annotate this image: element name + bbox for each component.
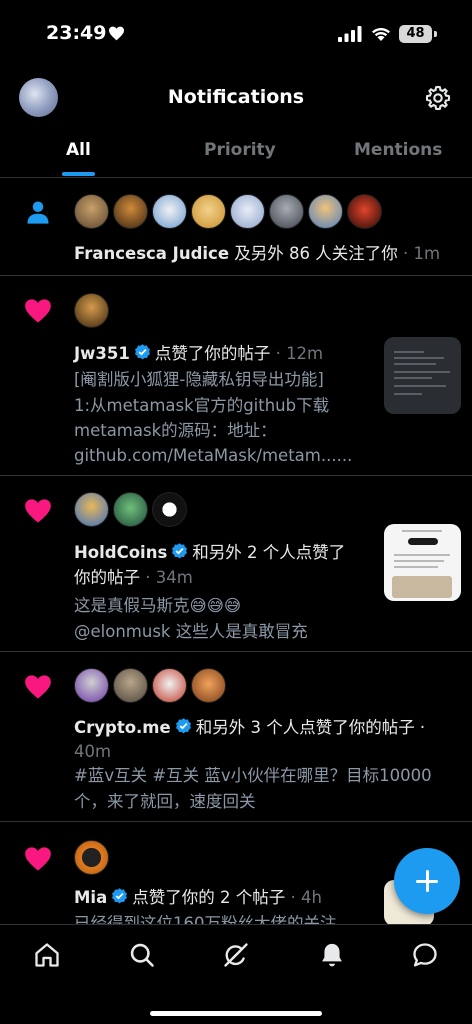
notification-header: Jw351 点赞了你的帖子 · 12m bbox=[74, 342, 323, 366]
message-icon[interactable] bbox=[411, 941, 439, 969]
notification-like[interactable]: Jw351 点赞了你的帖子 · 12m [阉割版小狐狸-隐藏私钥导出功能] 1:从… bbox=[0, 276, 472, 476]
home-indicator bbox=[150, 1011, 322, 1016]
liker-avatars bbox=[74, 492, 191, 527]
verified-badge-icon bbox=[134, 344, 150, 360]
post-thumbnail[interactable] bbox=[384, 524, 461, 601]
post-preview-line: 个，来了就回，速度回关 bbox=[74, 792, 256, 811]
post-preview-line: 已经得到这位160万粉丝大佬的关注 bbox=[74, 914, 337, 924]
compose-button[interactable] bbox=[394, 848, 460, 914]
avatar[interactable] bbox=[74, 668, 109, 703]
timestamp: · 4h bbox=[285, 888, 322, 907]
post-preview-line: #蓝v互关 #互关 蓝v小伙伴在哪里？目标10000 bbox=[74, 766, 432, 785]
action-text: 你的帖子 bbox=[74, 568, 140, 587]
avatar[interactable] bbox=[152, 194, 187, 229]
avatar[interactable] bbox=[74, 840, 109, 875]
bottom-nav bbox=[0, 924, 472, 1024]
timestamp: · 12m bbox=[270, 344, 324, 363]
gear-icon[interactable] bbox=[424, 84, 452, 112]
post-preview-line: 1:从metamask官方的github下载 bbox=[74, 396, 330, 415]
post-preview-line: github.com/MetaMask/metam...... bbox=[74, 446, 353, 465]
post-thumbnail[interactable] bbox=[384, 337, 461, 414]
verified-badge-icon bbox=[175, 718, 191, 734]
avatar[interactable] bbox=[113, 492, 148, 527]
bell-icon[interactable] bbox=[318, 941, 346, 969]
timestamp: 40m bbox=[74, 742, 112, 761]
heart-icon bbox=[25, 847, 51, 871]
notification-like[interactable]: Crypto.me 和另外 3 个人点赞了你的帖子 · 40m #蓝v互关 #互关… bbox=[0, 652, 472, 822]
notification-header: Crypto.me 和另外 3 个人点赞了你的帖子 · bbox=[74, 716, 425, 740]
heart-icon bbox=[25, 675, 51, 699]
user-name[interactable]: Francesca Judice bbox=[74, 244, 229, 263]
status-bar: 23:49 48 bbox=[0, 0, 472, 70]
liker-avatars bbox=[74, 668, 230, 703]
user-name[interactable]: HoldCoins bbox=[74, 543, 167, 562]
avatar[interactable] bbox=[230, 194, 265, 229]
header: Notifications bbox=[0, 70, 472, 126]
avatar[interactable] bbox=[152, 668, 187, 703]
notification-text: Francesca Judice 及另外 86 人关注了你 · 1m bbox=[74, 242, 440, 266]
notification-header: Mia 点赞了你的 2 个帖子 · 4h bbox=[74, 886, 322, 910]
post-preview-line: [阉割版小狐狸-隐藏私钥导出功能] bbox=[74, 370, 324, 389]
heart-status-icon bbox=[109, 26, 124, 41]
avatar[interactable] bbox=[74, 293, 109, 328]
avatar[interactable] bbox=[308, 194, 343, 229]
follower-avatars bbox=[74, 194, 386, 229]
avatar[interactable] bbox=[74, 194, 109, 229]
status-time: 23:49 bbox=[46, 22, 107, 44]
timestamp: · 34m bbox=[140, 568, 193, 587]
tab-mentions[interactable]: Mentions bbox=[354, 140, 442, 160]
avatar[interactable] bbox=[191, 668, 226, 703]
avatar[interactable] bbox=[269, 194, 304, 229]
notification-like[interactable]: HoldCoins 和另外 2 个人点赞了 你的帖子 · 34m 这是真假马斯克😅… bbox=[0, 476, 472, 652]
user-name[interactable]: Crypto.me bbox=[74, 718, 171, 737]
liker-avatars bbox=[74, 293, 113, 328]
verified-badge-icon bbox=[172, 543, 188, 559]
verified-badge-icon bbox=[112, 888, 128, 904]
signal-icon bbox=[338, 26, 362, 42]
notification-follow[interactable]: Francesca Judice 及另外 86 人关注了你 · 1m bbox=[0, 178, 472, 276]
notification-header: HoldCoins 和另外 2 个人点赞了 bbox=[74, 541, 345, 565]
avatar[interactable] bbox=[74, 492, 109, 527]
page-title: Notifications bbox=[167, 86, 305, 108]
battery-tip bbox=[434, 31, 437, 37]
action-text: 点赞了你的 2 个帖子 bbox=[132, 888, 286, 907]
search-icon[interactable] bbox=[128, 941, 156, 969]
tab-indicator bbox=[62, 172, 95, 176]
grok-icon[interactable] bbox=[222, 941, 250, 969]
post-preview-line: 这是真假马斯克😅😅😅 bbox=[74, 596, 242, 615]
avatar[interactable] bbox=[113, 668, 148, 703]
heart-icon bbox=[25, 499, 51, 523]
heart-icon bbox=[25, 299, 51, 323]
post-preview-line: @elonmusk 这些人是真敢冒充 bbox=[74, 622, 308, 641]
avatar[interactable] bbox=[113, 194, 148, 229]
home-icon[interactable] bbox=[33, 941, 61, 969]
tab-bar: All Priority Mentions bbox=[0, 126, 472, 178]
liker-avatars bbox=[74, 840, 113, 875]
action-text: 及另外 86 人关注了你 bbox=[229, 244, 398, 263]
wifi-icon bbox=[372, 27, 390, 41]
timestamp: · 1m bbox=[397, 244, 441, 263]
avatar[interactable] bbox=[152, 492, 187, 527]
avatar[interactable] bbox=[347, 194, 382, 229]
tab-all[interactable]: All bbox=[66, 140, 91, 160]
notification-header-cont: 你的帖子 · 34m bbox=[74, 566, 193, 590]
tab-priority[interactable]: Priority bbox=[204, 140, 276, 160]
action-text: 点赞了你的帖子 bbox=[154, 344, 271, 363]
post-preview-line: metamask的源码：地址： bbox=[74, 421, 277, 440]
person-icon bbox=[27, 201, 49, 224]
battery-level: 48 bbox=[399, 25, 432, 43]
avatar[interactable] bbox=[191, 194, 226, 229]
user-name[interactable]: Jw351 bbox=[74, 344, 130, 363]
action-text: 和另外 3 个人点赞了你的帖子 · bbox=[195, 718, 426, 737]
action-text: 和另外 2 个人点赞了 bbox=[192, 543, 346, 562]
user-name[interactable]: Mia bbox=[74, 888, 107, 907]
